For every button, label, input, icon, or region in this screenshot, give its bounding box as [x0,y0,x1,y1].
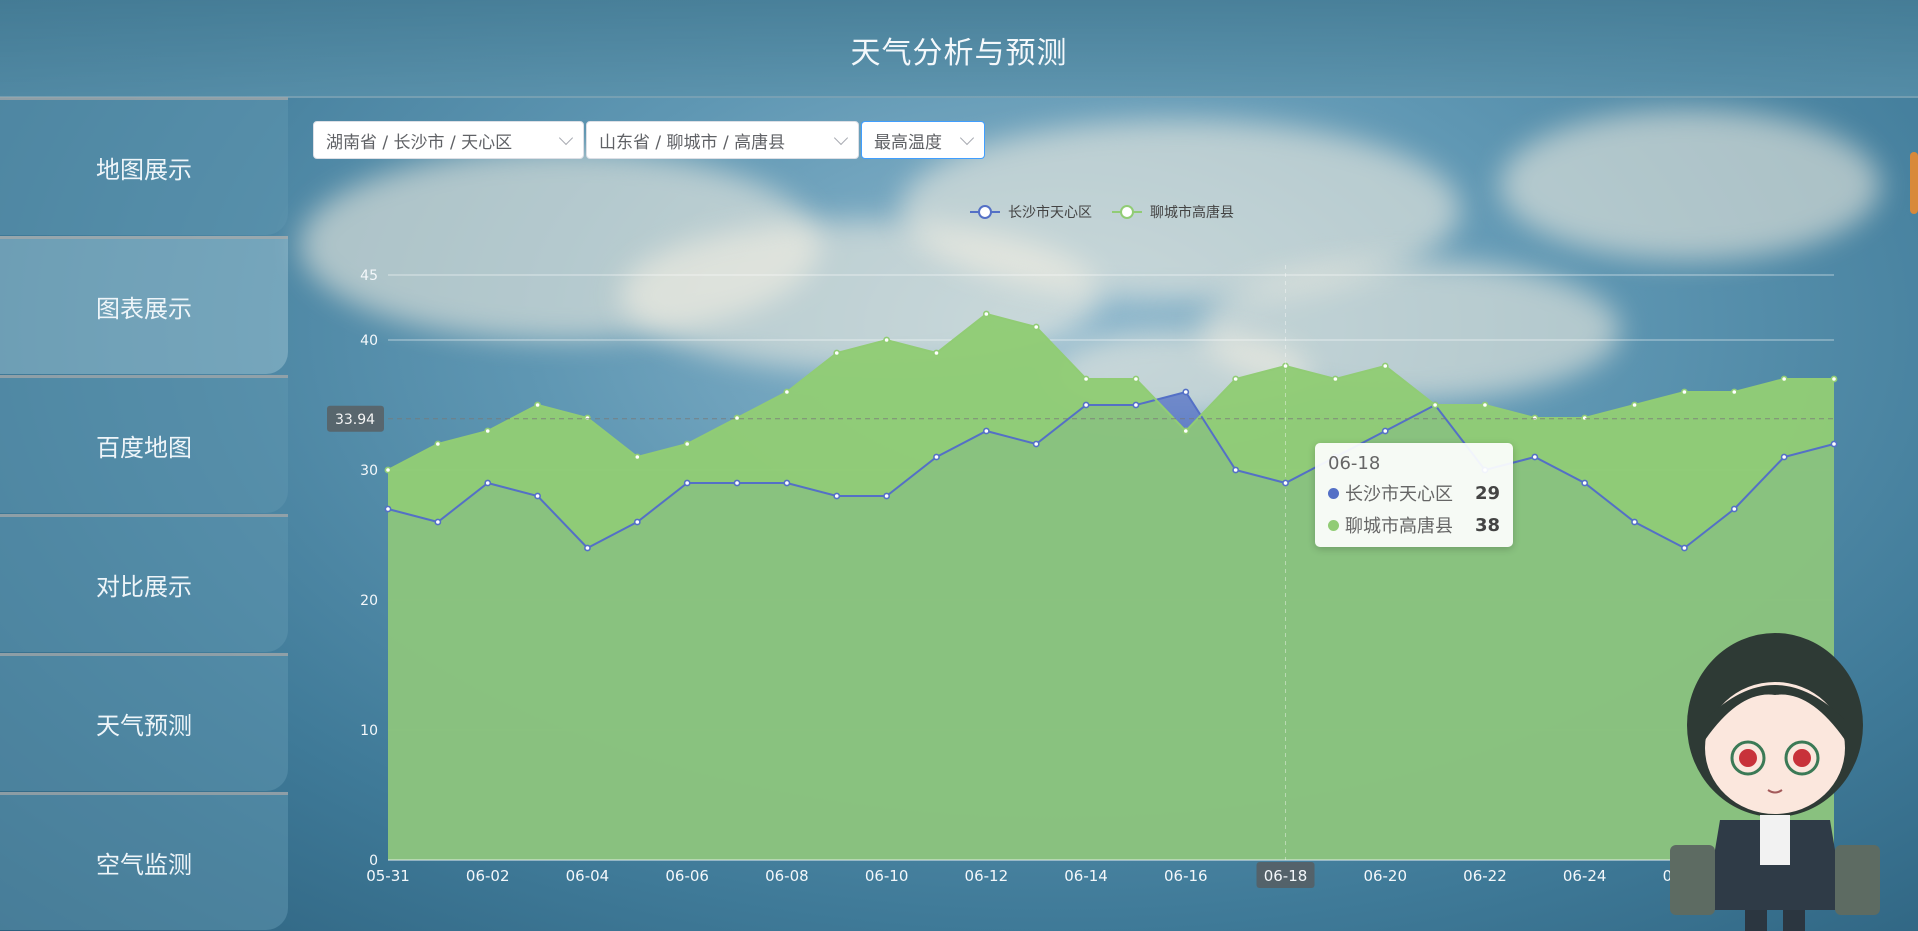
x-tick-label: 06-16 [1164,867,1208,885]
data-point[interactable] [1531,453,1539,461]
legend-label[interactable]: 聊城市高唐县 [1150,204,1234,221]
chart-tooltip: 06-18 长沙市天心区 29 聊城市高唐县 38 [1315,443,1513,547]
x-tick-label: 06-02 [466,867,510,885]
data-point[interactable] [1381,427,1389,435]
temperature-comparison-chart: 0102030404533.9405-31 06-02 06-04 06-06 06-0… [327,204,1838,888]
tooltip-series-name: 长沙市天心区 [1345,484,1453,505]
data-point[interactable] [1631,401,1638,409]
mascot-character-illustration [1670,633,1880,931]
data-point[interactable] [1381,362,1389,370]
tooltip-title: 06-18 [1328,453,1381,474]
tooltip-row: 聊城市高唐县 38 [1328,512,1500,538]
tooltip-series-value: 29 [1474,482,1500,504]
data-point[interactable] [982,427,990,435]
data-point[interactable] [1531,414,1539,422]
data-point[interactable] [584,414,591,422]
data-point[interactable] [584,544,591,552]
data-point[interactable] [1830,440,1838,448]
data-point[interactable] [933,349,940,357]
data-point[interactable] [484,427,492,435]
data-point[interactable] [982,310,990,318]
series-marker-icon [1328,519,1339,531]
y-tick-label: 10 [360,723,378,739]
data-point[interactable] [933,453,940,461]
data-point[interactable] [1681,388,1688,396]
y-tick-label: 30 [360,463,378,479]
data-point[interactable] [733,414,741,422]
data-point[interactable] [1581,414,1589,422]
y-tick-label: 40 [360,333,378,349]
legend-label[interactable]: 长沙市天心区 [1008,204,1092,221]
data-point[interactable] [1830,375,1838,383]
data-point[interactable] [1032,440,1040,448]
x-tick-label: 06-06 [665,867,709,885]
tooltip-series-name: 聊城市高唐县 [1345,516,1453,537]
data-point[interactable] [783,479,791,487]
data-point[interactable] [833,492,841,500]
data-point[interactable] [1681,544,1688,552]
tooltip-series-value: 38 [1474,514,1500,536]
data-point[interactable] [384,466,392,474]
data-point[interactable] [1730,388,1738,396]
data-point[interactable] [384,505,392,513]
data-point[interactable] [683,479,691,487]
x-tick-label: 06-10 [865,867,909,885]
data-point[interactable] [1182,427,1190,435]
y-tick-label: 20 [360,593,378,609]
data-point[interactable] [1132,401,1140,409]
data-point[interactable] [1581,479,1589,487]
legend-marker-icon[interactable] [1120,205,1134,219]
series-area [388,314,1834,860]
data-point[interactable] [1132,375,1140,383]
data-point[interactable] [434,518,442,526]
data-point[interactable] [1232,375,1240,383]
data-point[interactable] [733,479,741,487]
series-marker-icon [1328,487,1339,499]
x-tick-label: 06-20 [1363,867,1407,885]
data-point[interactable] [833,349,841,357]
data-point[interactable] [1481,401,1489,409]
data-point[interactable] [683,440,691,448]
data-point[interactable] [883,336,891,344]
data-point[interactable] [1780,375,1788,383]
legend-marker-icon[interactable] [978,205,992,219]
data-point[interactable] [534,401,541,409]
y-tick-label: 45 [360,268,378,284]
data-point[interactable] [1032,323,1040,331]
data-point[interactable] [783,388,791,396]
x-tick-label: 06-18 [1264,867,1308,885]
x-tick-label: 06-08 [765,867,809,885]
data-point[interactable] [484,479,492,487]
data-point[interactable] [633,518,641,526]
data-point[interactable] [1082,401,1090,409]
x-tick-label: 06-04 [566,867,610,885]
tooltip-row: 长沙市天心区 29 [1328,480,1500,506]
data-point[interactable] [1780,453,1788,461]
x-tick-label: 06-24 [1563,867,1607,885]
average-label: 33.94 [335,412,375,428]
data-point[interactable] [1232,466,1240,474]
data-point[interactable] [1331,375,1339,383]
data-point[interactable] [434,440,442,448]
data-point[interactable] [1730,505,1738,513]
scrollbar-thumb[interactable] [1910,152,1918,214]
data-point[interactable] [1631,518,1638,526]
data-point[interactable] [1431,401,1439,409]
data-point[interactable] [534,492,541,500]
x-tick-label: 06-14 [1064,867,1108,885]
x-tick-label: 05-31 [366,867,410,885]
x-tick-label: 06-12 [965,867,1009,885]
data-point[interactable] [633,453,641,461]
x-tick-label: 06-22 [1463,867,1507,885]
data-point[interactable] [1082,375,1090,383]
data-point[interactable] [883,492,891,500]
data-point[interactable] [1182,388,1190,396]
